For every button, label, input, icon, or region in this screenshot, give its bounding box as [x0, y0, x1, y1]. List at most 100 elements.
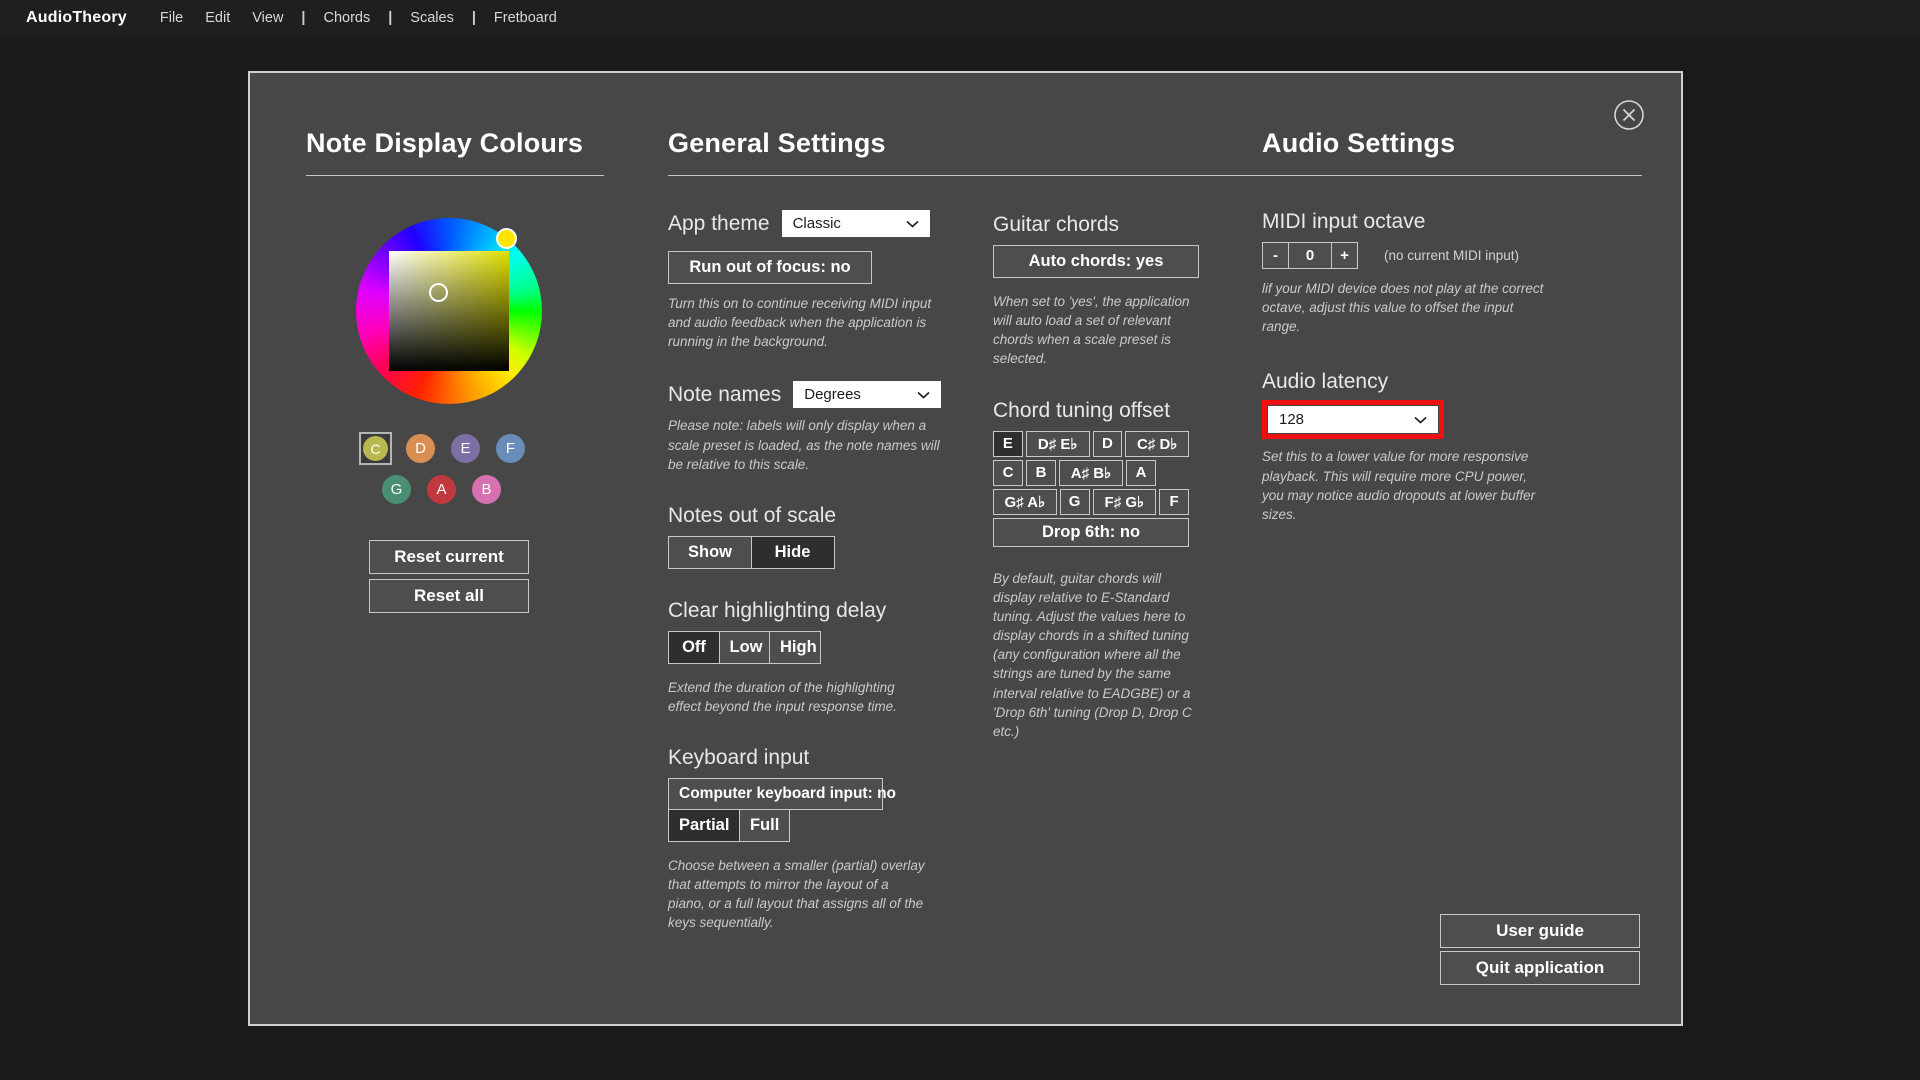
menu-bar: AudioTheory File Edit View | Chords | Sc… [0, 0, 1920, 36]
note-colour-c[interactable]: C [359, 432, 392, 465]
note-colour-b[interactable]: B [470, 473, 503, 506]
drop-sixth-button[interactable]: Drop 6th: no [993, 518, 1189, 547]
note-names-label: Note names [668, 383, 781, 407]
reset-current-button[interactable]: Reset current [369, 540, 529, 574]
chord-tuning-offset-label: Chord tuning offset [993, 399, 1233, 423]
chord-tuning-cell-de[interactable]: D♯ E♭ [1026, 431, 1090, 457]
midi-octave-decrement[interactable]: - [1262, 242, 1289, 269]
chord-tuning-cell-ab[interactable]: A♯ B♭ [1059, 460, 1123, 486]
midi-octave-value[interactable]: 0 [1288, 242, 1333, 269]
chevron-down-icon [1414, 416, 1427, 424]
hue-handle[interactable] [496, 228, 517, 249]
run-out-of-focus-button[interactable]: Run out of focus: no [668, 251, 872, 284]
general-settings-column: General Settings App theme Classic Run o… [668, 128, 968, 932]
user-guide-button[interactable]: User guide [1440, 914, 1640, 948]
guitar-chords-column: Guitar chords Auto chords: yes When set … [993, 213, 1233, 741]
keyboard-layout-option-full[interactable]: Full [739, 809, 790, 842]
app-theme-row: App theme Classic [668, 210, 968, 237]
note-names-select[interactable]: Degrees [793, 381, 941, 408]
note-colour-row-1: CDEF [359, 432, 646, 465]
menu-item-fretboard[interactable]: Fretboard [483, 7, 568, 29]
audio-latency-select[interactable]: 128 [1268, 406, 1438, 433]
chord-tuning-row: CBA♯ B♭A [993, 460, 1189, 486]
note-display-colours-title: Note Display Colours [306, 128, 646, 159]
clear-highlighting-delay-segmented: OffLowHigh [668, 631, 968, 664]
settings-panel: Note Display Colours CDEF GAB Reset curr… [248, 71, 1683, 1026]
chord-tuning-row: ED♯ E♭DC♯ D♭ [993, 431, 1189, 457]
reset-all-button[interactable]: Reset all [369, 579, 529, 613]
chord-tuning-cell-fg[interactable]: F♯ G♭ [1093, 489, 1157, 515]
note-colour-row-2: GAB [380, 473, 646, 506]
chord-tuning-cell-a[interactable]: A [1126, 460, 1156, 486]
menu-separator-2: | [381, 10, 399, 26]
note-colour-e[interactable]: E [449, 432, 482, 465]
close-icon[interactable] [1613, 99, 1645, 131]
run-out-of-focus-hint: Turn this on to continue receiving MIDI … [668, 294, 936, 351]
app-brand: AudioTheory [26, 9, 127, 27]
note-colour-dot-label: G [382, 475, 411, 504]
audio-latency-hint: Set this to a lower value for more respo… [1262, 447, 1548, 524]
menu-separator-3: | [465, 10, 483, 26]
note-names-value: Degrees [804, 386, 909, 403]
colour-wheel[interactable] [356, 218, 542, 404]
chevron-down-icon [917, 391, 930, 399]
chord-tuning-cell-g[interactable]: G [1060, 489, 1090, 515]
chevron-down-icon [906, 220, 919, 228]
note-colour-g[interactable]: G [380, 473, 413, 506]
audio-settings-column: Audio Settings MIDI input octave - 0 + (… [1262, 128, 1642, 524]
guitar-chords-label: Guitar chords [993, 213, 1233, 237]
menu-item-scales[interactable]: Scales [399, 7, 465, 29]
chord-tuning-cell-cd[interactable]: C♯ D♭ [1125, 431, 1189, 457]
notes-out-of-scale-segmented: ShowHide [668, 536, 968, 569]
menu-item-view[interactable]: View [241, 7, 294, 29]
keyboard-input-label: Keyboard input [668, 746, 968, 770]
notes-out-of-scale-label: Notes out of scale [668, 504, 968, 528]
midi-octave-row: - 0 + (no current MIDI input) [1262, 242, 1642, 269]
chord-tuning-cell-f[interactable]: F [1159, 489, 1189, 515]
saturation-value-handle[interactable] [429, 283, 448, 302]
app-theme-label: App theme [668, 212, 770, 236]
app-theme-value: Classic [793, 215, 898, 232]
clear-delay-hint: Extend the duration of the highlighting … [668, 678, 918, 716]
keyboard-layout-segmented: PartialFull [668, 809, 968, 842]
note-colour-dot-label: E [451, 434, 480, 463]
note-display-colours-column: Note Display Colours CDEF GAB Reset curr… [306, 128, 646, 613]
note-colour-a[interactable]: A [425, 473, 458, 506]
clear-delay-label: Clear highlighting delay [668, 599, 968, 623]
chord-tuning-cell-d[interactable]: D [1093, 431, 1123, 457]
chord-tuning-cell-b[interactable]: B [1026, 460, 1056, 486]
clear-delay-option-low[interactable]: Low [719, 631, 771, 664]
menu-item-chords[interactable]: Chords [312, 7, 381, 29]
note-names-row: Note names Degrees [668, 381, 968, 408]
clear-delay-option-off[interactable]: Off [668, 631, 720, 664]
clear-delay-option-high[interactable]: High [769, 631, 821, 664]
note-colour-dot-label: F [496, 434, 525, 463]
midi-octave-stepper: - 0 + [1262, 242, 1358, 269]
note-colour-dot-label: A [427, 475, 456, 504]
chord-tuning-hint: By default, guitar chords will display r… [993, 569, 1203, 741]
colours-divider [306, 175, 604, 176]
general-divider [668, 175, 1278, 176]
chord-tuning-cell-c[interactable]: C [993, 460, 1023, 486]
chord-tuning-cell-e[interactable]: E [993, 431, 1023, 457]
menu-item-edit[interactable]: Edit [194, 7, 241, 29]
note-colour-d[interactable]: D [404, 432, 437, 465]
footer-buttons: User guide Quit application [1440, 914, 1640, 985]
notes-out-of-scale-option-hide[interactable]: Hide [751, 536, 835, 569]
app-theme-select[interactable]: Classic [782, 210, 930, 237]
menu-separator-1: | [294, 10, 312, 26]
chord-tuning-cell-ga[interactable]: G♯ A♭ [993, 489, 1057, 515]
auto-chords-button[interactable]: Auto chords: yes [993, 245, 1199, 278]
quit-application-button[interactable]: Quit application [1440, 951, 1640, 985]
audio-settings-title: Audio Settings [1262, 128, 1642, 159]
menu-item-file[interactable]: File [149, 7, 194, 29]
audio-divider [1262, 175, 1642, 176]
keyboard-hint: Choose between a smaller (partial) overl… [668, 856, 926, 933]
keyboard-layout-option-partial[interactable]: Partial [668, 809, 740, 842]
chord-tuning-offset-grid: ED♯ E♭DC♯ D♭ CBA♯ B♭A G♯ A♭GF♯ G♭F [993, 431, 1189, 515]
notes-out-of-scale-option-show[interactable]: Show [668, 536, 752, 569]
computer-keyboard-input-button[interactable]: Computer keyboard input: no [668, 778, 883, 810]
midi-octave-increment[interactable]: + [1331, 242, 1358, 269]
saturation-value-square[interactable] [389, 251, 509, 371]
note-colour-f[interactable]: F [494, 432, 527, 465]
